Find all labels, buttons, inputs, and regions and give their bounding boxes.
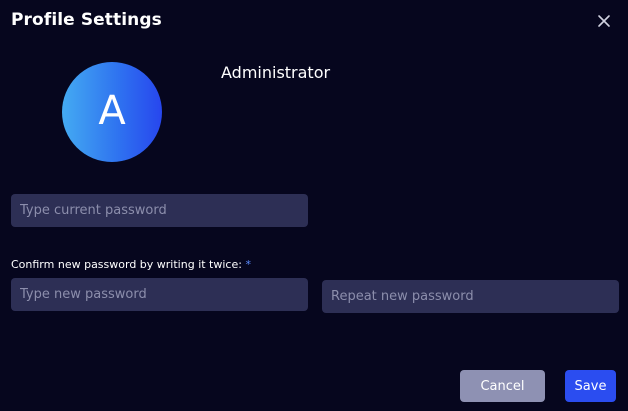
- close-button[interactable]: [596, 13, 612, 29]
- cancel-button[interactable]: Cancel: [460, 370, 545, 402]
- confirm-password-label: Confirm new password by writing it twice…: [11, 258, 251, 271]
- dialog-title: Profile Settings: [11, 10, 162, 30]
- repeat-password-input[interactable]: [322, 280, 619, 313]
- save-button[interactable]: Save: [565, 370, 616, 402]
- close-icon: [598, 15, 610, 27]
- current-password-input[interactable]: [11, 194, 308, 227]
- profile-settings-dialog: Profile Settings A Administrator Confirm…: [0, 0, 628, 411]
- new-password-input[interactable]: [11, 278, 308, 311]
- required-marker: *: [245, 258, 251, 271]
- username: Administrator: [221, 63, 331, 82]
- confirm-password-label-text: Confirm new password by writing it twice…: [11, 258, 242, 271]
- avatar-letter: A: [98, 88, 126, 134]
- avatar: A: [62, 62, 162, 162]
